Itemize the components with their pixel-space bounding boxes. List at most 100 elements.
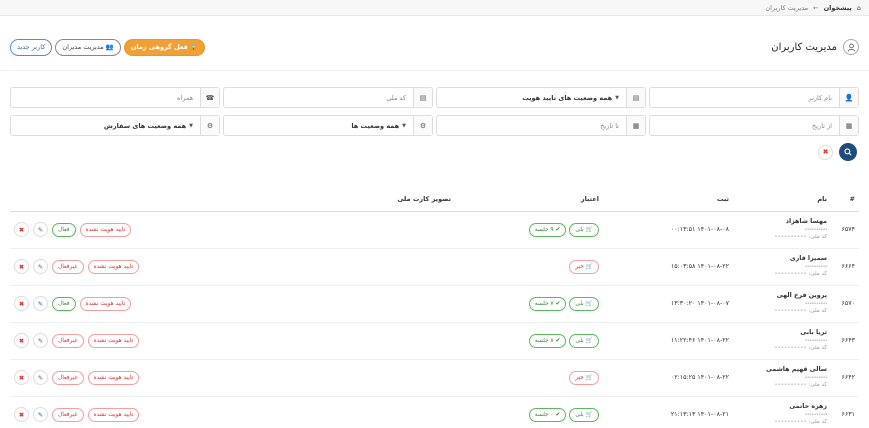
verify-badge[interactable]: تایید هویت نشده xyxy=(87,259,140,274)
row-code-label: کد ملی: xyxy=(808,271,827,277)
row-name[interactable]: سالی قهیم هاشمی xyxy=(737,366,827,373)
group-time-button[interactable]: 🔒 فعل گروهی زمان xyxy=(123,38,205,56)
to-date-input[interactable] xyxy=(437,116,626,135)
yes-badge[interactable]: 🛒 بلی xyxy=(569,296,599,311)
row-code: •••••••••• xyxy=(774,271,807,277)
session-label: ۸ جلسه xyxy=(534,337,554,344)
row-code: •••••••••• xyxy=(774,234,807,240)
table-row: ۶۵۷۴ مهسا شاهزاد •••••••••• کد ملی: ••••••… xyxy=(10,211,859,249)
row-id: ۶۶۴۳ xyxy=(831,322,859,360)
yes-badge[interactable]: 🛒 بلی xyxy=(569,222,599,237)
row-name-cell: ثریا بابی •••••••••• کد ملی: •••••••••• xyxy=(733,322,831,360)
gear-icon: ⚙ xyxy=(413,116,432,135)
filter-actions: ✖ xyxy=(818,143,857,161)
order-status-select[interactable]: ▼ همه وضعیت های سفارش xyxy=(11,116,200,135)
edit-icon[interactable]: ✎ xyxy=(33,333,48,348)
divider xyxy=(0,70,869,71)
calendar-icon: ▦ xyxy=(626,116,645,135)
all-status-filter: ⚙ ▼ همه وضعیت ها xyxy=(223,115,433,136)
yes-badge[interactable]: 🛒 بلی xyxy=(569,407,599,422)
id-card-icon: ▤ xyxy=(413,88,432,107)
row-etebar: 🛒 بلی ✔ ۸ جلسه xyxy=(455,322,603,360)
delete-icon[interactable]: ✖ xyxy=(14,333,29,348)
id-card-icon: ▤ xyxy=(626,88,645,107)
search-button[interactable] xyxy=(839,143,857,161)
row-name[interactable]: ثریا بابی xyxy=(737,329,827,336)
row-actions: تایید هویت نشده غیرفعال ✎ ✖ xyxy=(10,248,315,286)
cart-icon: 🛒 xyxy=(585,337,593,344)
row-name-cell: سالی قهیم هاشمی •••••••••• کد ملی: •••••••… xyxy=(733,359,831,397)
home-icon[interactable]: ⌂ xyxy=(857,4,861,12)
header-buttons: 🔒 فعل گروهی زمان 👥 مدیریت مدیران کاربر جدی… xyxy=(10,38,205,56)
active-badge[interactable]: فعال xyxy=(52,222,76,237)
admins-label: مدیریت مدیران xyxy=(62,43,104,51)
yes-badge[interactable]: 🛒 بلی xyxy=(569,333,599,348)
header-sabt: ثبت xyxy=(603,187,733,212)
row-date: ۱۴۰۱-۰۸-۲۲ ۱۵:۰۳:۵۸ xyxy=(603,248,733,286)
admins-button[interactable]: 👥 مدیریت مدیران xyxy=(55,38,121,56)
no-badge[interactable]: 🛒 خیر xyxy=(569,259,599,274)
verify-badge[interactable]: تایید هویت نشده xyxy=(87,333,140,348)
inactive-badge[interactable]: غیرفعال xyxy=(52,333,84,348)
national-code-filter: ▤ xyxy=(223,87,433,108)
delete-icon[interactable]: ✖ xyxy=(14,407,29,422)
header-national-card: تصویر کارت ملی xyxy=(314,187,455,212)
session-badge[interactable]: ✔ ۷ جلسه xyxy=(528,296,567,311)
yes-label: بلی xyxy=(575,300,584,307)
verify-badge[interactable]: تایید هویت نشده xyxy=(87,407,140,422)
header-actions xyxy=(10,187,315,212)
row-mobile: •••••••••• xyxy=(804,264,828,270)
row-actions: تایید هویت نشده غیرفعال ✎ ✖ xyxy=(10,322,315,360)
row-name[interactable]: سمیرا قاری xyxy=(737,255,827,262)
active-badge[interactable]: فعال xyxy=(52,296,76,311)
inactive-badge[interactable]: غیرفعال xyxy=(52,407,84,422)
delete-icon[interactable]: ✖ xyxy=(14,296,29,311)
edit-icon[interactable]: ✎ xyxy=(33,370,48,385)
row-code: •••••••••• xyxy=(774,308,807,314)
edit-icon[interactable]: ✎ xyxy=(33,222,48,237)
inactive-badge[interactable]: غیرفعال xyxy=(52,259,84,274)
delete-icon[interactable]: ✖ xyxy=(14,370,29,385)
clear-button[interactable]: ✖ xyxy=(818,144,833,160)
username-input[interactable] xyxy=(650,88,839,107)
from-date-input[interactable] xyxy=(650,116,839,135)
session-badge[interactable]: ✔ ۸ جلسه xyxy=(528,333,567,348)
row-name[interactable]: زهره حاتمی xyxy=(737,403,827,410)
check-icon: ✔ xyxy=(555,337,561,344)
row-date: ۱۴۰۱-۰۸-۰۷ ۱۳:۳۰:۲۰ xyxy=(603,285,733,323)
row-code-label: کد ملی: xyxy=(808,382,827,388)
row-name[interactable]: مهسا شاهزاد xyxy=(737,218,827,225)
phone-icon: ☎ xyxy=(200,88,219,107)
verify-status-value: همه وضعیت های تایید هویت xyxy=(522,93,613,102)
lock-icon: 🔒 xyxy=(189,43,198,51)
session-badge[interactable]: ✔ ۹ جلسه xyxy=(528,222,567,237)
to-date-filter: ▦ xyxy=(436,115,646,136)
verify-badge[interactable]: تایید هویت نشده xyxy=(87,370,140,385)
all-status-select[interactable]: ▼ همه وضعیت ها xyxy=(224,116,413,135)
group-time-label: فعل گروهی زمان xyxy=(130,43,188,51)
session-badge[interactable]: ✔ ۰ جلسه xyxy=(528,407,567,422)
row-etebar: 🛒 بلی ✔ ۰ جلسه xyxy=(455,396,603,428)
mobile-input[interactable] xyxy=(11,88,200,107)
verify-badge[interactable]: تایید هویت نشده xyxy=(79,296,132,311)
verify-status-filter: ▤ ▼ همه وضعیت های تایید هویت xyxy=(436,87,646,108)
edit-icon[interactable]: ✎ xyxy=(33,407,48,422)
row-id: ۶۶۴۲ xyxy=(831,359,859,397)
inactive-badge[interactable]: غیرفعال xyxy=(52,370,84,385)
national-code-input[interactable] xyxy=(224,88,413,107)
delete-icon[interactable]: ✖ xyxy=(14,222,29,237)
row-actions: تایید هویت نشده غیرفعال ✎ ✖ xyxy=(10,359,315,397)
verify-status-select[interactable]: ▼ همه وضعیت های تایید هویت xyxy=(437,88,626,107)
row-id: ۶۵۷۰ xyxy=(831,285,859,323)
edit-icon[interactable]: ✎ xyxy=(33,296,48,311)
row-name[interactable]: پروین فرخ الهی xyxy=(737,292,827,299)
breadcrumb-home[interactable]: پیشخوان xyxy=(824,4,852,12)
no-badge[interactable]: 🛒 خیر xyxy=(569,370,599,385)
edit-icon[interactable]: ✎ xyxy=(33,259,48,274)
verify-badge[interactable]: تایید هویت نشده xyxy=(79,222,132,237)
new-user-button[interactable]: کاربر جدید xyxy=(10,38,53,56)
row-code-label: کد ملی: xyxy=(808,308,827,314)
delete-icon[interactable]: ✖ xyxy=(14,259,29,274)
row-actions: تایید هویت نشده فعال ✎ ✖ xyxy=(10,285,315,323)
filters-row-1: 👤 ▤ ▼همه وضعیت های تایید هویت ▤ ☎ ▦ ▦ ⚙ … xyxy=(10,87,859,143)
